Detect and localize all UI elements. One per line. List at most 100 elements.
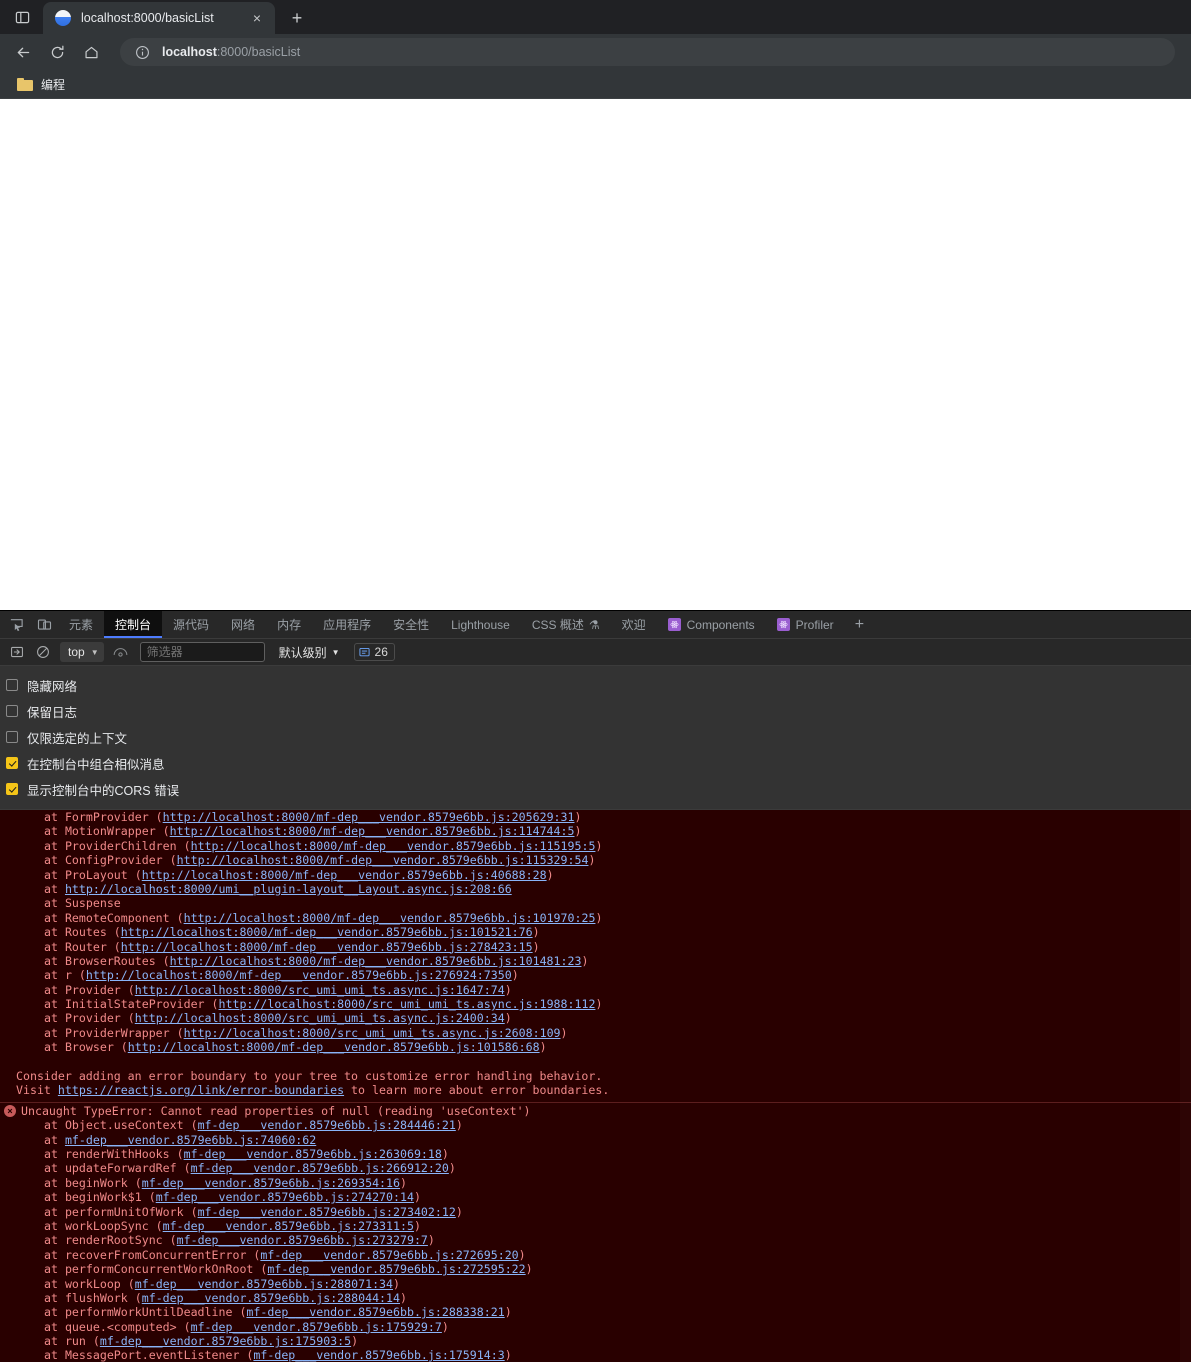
source-link[interactable]: mf-dep___vendor.8579e6bb.js:274270:14: [156, 1190, 414, 1204]
stack-frame-tail: ): [441, 1147, 449, 1161]
live-expression-icon[interactable]: [108, 641, 134, 663]
stack-frame-text: at BrowserRoutes (: [44, 953, 170, 968]
bookmarks-bar: 编程: [0, 70, 1191, 99]
source-link[interactable]: http://localhost:8000/src_umi_umi_ts.asy…: [219, 997, 596, 1011]
new-tab-icon[interactable]: +: [283, 4, 311, 32]
setting-hide-network[interactable]: 隐藏网络: [6, 672, 1191, 698]
setting-selected-context-only[interactable]: 仅限选定的上下文: [6, 724, 1191, 750]
stack-frame-text: at MessagePort.eventListener (: [44, 1348, 254, 1362]
source-link[interactable]: mf-dep___vendor.8579e6bb.js:272595:22: [267, 1262, 525, 1276]
more-tabs-icon[interactable]: +: [845, 611, 874, 638]
clear-console-icon[interactable]: [30, 641, 56, 663]
stack-frame-text: at Suspense: [44, 896, 121, 911]
stack-frame-tail: ): [525, 1262, 533, 1277]
tab-sources[interactable]: 源代码: [162, 611, 220, 638]
filter-input[interactable]: [139, 642, 265, 662]
tab-network[interactable]: 网络: [220, 611, 266, 638]
source-link[interactable]: http://localhost:8000/mf-dep___vendor.85…: [163, 810, 575, 824]
tab-memory[interactable]: 内存: [266, 611, 312, 638]
source-link[interactable]: http://localhost:8000/mf-dep___vendor.85…: [121, 940, 533, 954]
chevron-down-icon: ▼: [90, 647, 99, 657]
source-link[interactable]: mf-dep___vendor.8579e6bb.js:266912:20: [191, 1161, 449, 1175]
close-icon[interactable]: ×: [247, 8, 267, 28]
bookmark-item[interactable]: 编程: [10, 73, 72, 96]
console-scrollbar[interactable]: [1180, 810, 1191, 1362]
stack-frame-tail: ): [588, 853, 596, 868]
tab-console[interactable]: 控制台: [104, 611, 163, 638]
source-link[interactable]: mf-dep___vendor.8579e6bb.js:288044:14: [142, 1291, 400, 1305]
console-stack-line: at MotionWrapper (http://localhost:8000/…: [0, 824, 1191, 838]
tab-components[interactable]: Components: [657, 611, 766, 638]
address-bar[interactable]: localhost:8000/basicList: [120, 38, 1175, 66]
console-output[interactable]: at FormProvider (http://localhost:8000/m…: [0, 810, 1191, 1362]
error-boundaries-link[interactable]: https://reactjs.org/link/error-boundarie…: [58, 1083, 344, 1097]
setting-group-similar[interactable]: 在控制台中组合相似消息: [6, 750, 1191, 776]
console-scroll-area[interactable]: at FormProvider (http://localhost:8000/m…: [0, 810, 1191, 1362]
source-link[interactable]: mf-dep___vendor.8579e6bb.js:263069:18: [184, 1147, 442, 1161]
tab-profiler[interactable]: Profiler: [766, 611, 845, 638]
source-link[interactable]: http://localhost:8000/mf-dep___vendor.85…: [86, 968, 512, 982]
source-link[interactable]: http://localhost:8000/mf-dep___vendor.85…: [170, 954, 582, 968]
error-title: Uncaught TypeError: Cannot read properti…: [21, 1103, 531, 1118]
tab-elements[interactable]: 元素: [58, 611, 104, 638]
stack-frame-tail: ): [504, 1305, 512, 1320]
side-panel-icon[interactable]: [7, 2, 37, 32]
browser-tab[interactable]: localhost:8000/basicList ×: [43, 2, 275, 34]
context-selector[interactable]: top ▼: [60, 642, 104, 662]
stack-frame-text: at renderWithHooks (: [44, 1147, 184, 1161]
tab-application[interactable]: 应用程序: [312, 611, 382, 638]
back-icon[interactable]: [8, 37, 38, 67]
console-stack-line: at Suspense: [0, 896, 1191, 910]
source-link[interactable]: mf-dep___vendor.8579e6bb.js:269354:16: [142, 1176, 400, 1190]
stack-frame-tail: ): [595, 997, 603, 1012]
setting-label: 隐藏网络: [27, 679, 78, 694]
source-link[interactable]: mf-dep___vendor.8579e6bb.js:175914:3: [253, 1348, 504, 1362]
source-link[interactable]: mf-dep___vendor.8579e6bb.js:273311:5: [163, 1219, 414, 1233]
issues-counter[interactable]: 26: [353, 643, 395, 661]
log-level-selector[interactable]: 默认级别 ▼: [279, 644, 340, 661]
source-link[interactable]: http://localhost:8000/src_umi_umi_ts.asy…: [184, 1026, 561, 1040]
stack-frame-text: at queue.<computed> (: [44, 1319, 191, 1334]
tab-security[interactable]: 安全性: [382, 611, 440, 638]
inspect-element-icon[interactable]: [2, 611, 30, 638]
home-icon[interactable]: [76, 37, 106, 67]
reload-icon[interactable]: [42, 37, 72, 67]
setting-preserve-log[interactable]: 保留日志: [6, 698, 1191, 724]
device-toolbar-icon[interactable]: [30, 611, 58, 638]
source-link[interactable]: http://localhost:8000/mf-dep___vendor.85…: [177, 853, 589, 867]
checkbox-icon[interactable]: [6, 757, 18, 769]
source-link[interactable]: mf-dep___vendor.8579e6bb.js:273279:7: [177, 1233, 428, 1247]
source-link[interactable]: http://localhost:8000/mf-dep___vendor.85…: [184, 911, 596, 925]
source-link[interactable]: http://localhost:8000/mf-dep___vendor.85…: [191, 839, 596, 853]
folder-icon: [17, 77, 33, 91]
info-circle-icon[interactable]: [134, 44, 150, 60]
source-link[interactable]: http://localhost:8000/mf-dep___vendor.85…: [142, 868, 547, 882]
source-link[interactable]: http://localhost:8000/mf-dep___vendor.85…: [170, 824, 575, 838]
checkbox-icon[interactable]: [6, 783, 18, 795]
source-link[interactable]: mf-dep___vendor.8579e6bb.js:74060:62: [65, 1133, 316, 1147]
source-link[interactable]: http://localhost:8000/umi__plugin-layout…: [65, 882, 512, 896]
source-link[interactable]: mf-dep___vendor.8579e6bb.js:288071:34: [135, 1277, 393, 1291]
source-link[interactable]: http://localhost:8000/mf-dep___vendor.85…: [121, 925, 533, 939]
stack-frame-text: at workLoopSync (: [44, 1218, 163, 1233]
source-link[interactable]: http://localhost:8000/src_umi_umi_ts.asy…: [135, 983, 505, 997]
checkbox-icon[interactable]: [6, 679, 18, 691]
console-sidebar-icon[interactable]: [4, 641, 30, 663]
checkbox-icon[interactable]: [6, 731, 18, 743]
source-link[interactable]: http://localhost:8000/mf-dep___vendor.85…: [128, 1040, 540, 1054]
stack-frame-tail: ): [413, 1218, 421, 1233]
source-link[interactable]: mf-dep___vendor.8579e6bb.js:284446:21: [198, 1118, 456, 1132]
source-link[interactable]: mf-dep___vendor.8579e6bb.js:175929:7: [191, 1320, 442, 1334]
source-link[interactable]: mf-dep___vendor.8579e6bb.js:273402:12: [198, 1205, 456, 1219]
tab-lighthouse[interactable]: Lighthouse: [440, 611, 521, 638]
setting-show-cors-errors[interactable]: 显示控制台中的CORS 错误: [6, 776, 1191, 802]
tab-css-overview[interactable]: CSS 概述 ⚗: [521, 611, 611, 638]
source-link[interactable]: mf-dep___vendor.8579e6bb.js:288338:21: [246, 1305, 504, 1319]
console-error-message[interactable]: Uncaught TypeError: Cannot read properti…: [0, 1101, 1191, 1118]
stack-frame-text: at Provider (: [44, 982, 135, 997]
checkbox-icon[interactable]: [6, 705, 18, 717]
source-link[interactable]: mf-dep___vendor.8579e6bb.js:175903:5: [100, 1334, 351, 1348]
tab-welcome[interactable]: 欢迎: [611, 611, 657, 638]
source-link[interactable]: mf-dep___vendor.8579e6bb.js:272695:20: [260, 1248, 518, 1262]
source-link[interactable]: http://localhost:8000/src_umi_umi_ts.asy…: [135, 1011, 505, 1025]
